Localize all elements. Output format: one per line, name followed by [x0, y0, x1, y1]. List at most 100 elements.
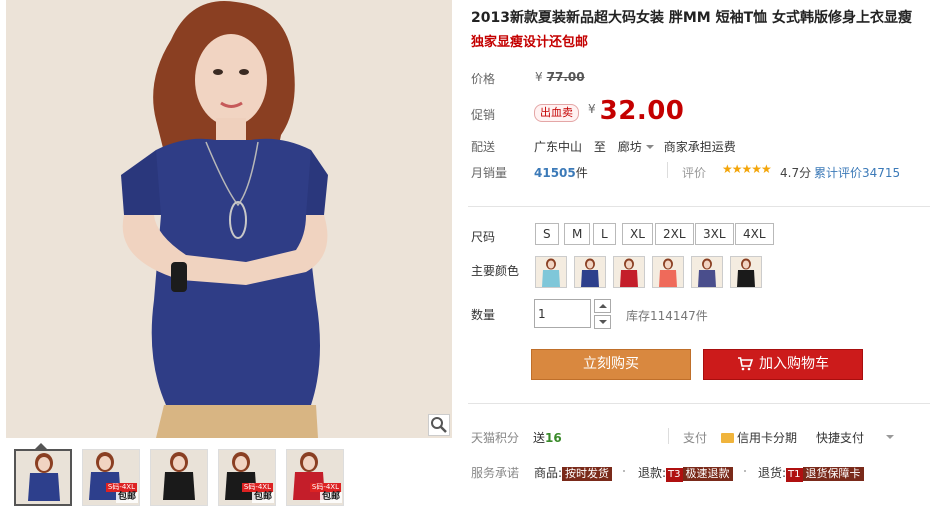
service-prefix: 商品: — [534, 466, 563, 480]
promo-price-value: 32.00 — [599, 96, 685, 126]
chevron-down-icon[interactable] — [886, 435, 894, 439]
thumbnail[interactable] — [150, 449, 208, 506]
service-label: 服务承诺 — [471, 466, 520, 480]
service-prefix: 退货: — [758, 466, 787, 480]
promo-price: ¥32.00 — [588, 96, 684, 126]
promo-tag: 出血卖 — [534, 104, 579, 122]
product-page: S码-4XL 包邮 S码-4XL 包邮 S码-4XL 包邮 2013新款夏装新品… — [0, 0, 930, 516]
original-price-value: 77.00 — [546, 70, 585, 84]
arrow-up-icon — [599, 304, 607, 308]
payment-label: 支付 — [683, 431, 708, 445]
thumbnail-badge: 包邮 — [251, 492, 274, 503]
sales-count: 41505 — [534, 166, 576, 180]
separator-dot — [744, 470, 746, 472]
swatch-image — [620, 258, 638, 287]
divider — [468, 206, 930, 207]
swatch-image — [581, 258, 599, 287]
swatch-image — [659, 258, 677, 287]
buy-now-button[interactable]: 立刻购买 — [531, 349, 691, 380]
add-to-cart-button[interactable]: 加入购物车 — [703, 349, 863, 380]
stock-count: 库存114147件 — [626, 309, 708, 323]
service-item-refund[interactable]: 退款: T3 极速退款 — [638, 464, 733, 482]
zoom-button[interactable] — [428, 414, 450, 436]
points-value: 16 — [545, 431, 562, 445]
original-price: ¥77.00 — [535, 70, 585, 84]
thumbnail-badge: 包邮 — [115, 492, 138, 503]
service-tag: 极速退款 — [682, 467, 733, 481]
shipping-to-word: 至 — [593, 140, 606, 154]
quick-pay-option[interactable]: 快捷支付 — [816, 429, 864, 446]
shipping-origin: 广东中山 — [534, 140, 583, 154]
currency-symbol: ¥ — [588, 102, 596, 116]
size-option[interactable]: XL — [622, 223, 653, 245]
thumbnail-shirt — [28, 473, 60, 501]
color-swatch[interactable] — [652, 256, 684, 288]
thumbnail-size-badge: S码-4XL — [105, 483, 137, 492]
promo-label: 促销 — [471, 108, 496, 122]
service-item-return[interactable]: 退货: T1 退货保障卡 — [758, 464, 864, 482]
sales-unit: 件 — [575, 166, 588, 180]
thumbnail-image — [163, 452, 195, 500]
quantity-input[interactable] — [534, 299, 591, 328]
quantity-increase-button[interactable] — [594, 299, 611, 313]
product-subtitle: 独家显瘦设计还包邮 — [471, 35, 589, 50]
price-label: 价格 — [471, 72, 496, 86]
divider — [667, 162, 668, 178]
magnifier-icon — [431, 417, 447, 433]
buy-now-label: 立刻购买 — [583, 356, 639, 372]
thumbnail[interactable]: S码-4XL 包邮 — [286, 449, 344, 506]
thumbnail-size-badge: S码-4XL — [309, 483, 341, 492]
service-item-shipping[interactable]: 商品: 按时发货 — [534, 464, 613, 481]
quantity-label: 数量 — [471, 308, 496, 322]
add-to-cart-label: 加入购物车 — [759, 356, 829, 372]
shipping-note: 商家承担运费 — [663, 140, 736, 154]
review-count-link[interactable]: 累计评价34715 — [814, 164, 900, 181]
size-option[interactable]: 2XL — [655, 223, 694, 245]
rating-score: 4.7分 — [780, 166, 812, 180]
currency-symbol: ¥ — [535, 70, 543, 84]
quantity-decrease-button[interactable] — [594, 315, 611, 329]
swatch-image — [698, 258, 716, 287]
service-code-badge: T1 — [786, 468, 803, 482]
points-info: 送16 — [533, 429, 562, 446]
color-swatch[interactable] — [691, 256, 723, 288]
size-option[interactable]: 4XL — [735, 223, 774, 245]
thumbnail-image — [28, 453, 60, 501]
size-option[interactable]: M — [564, 223, 591, 245]
color-swatch[interactable] — [535, 256, 567, 288]
model-photo — [6, 0, 452, 438]
monthly-sales: 41505件 — [534, 164, 588, 181]
size-label: 尺码 — [471, 230, 496, 244]
main-product-image[interactable] — [6, 0, 452, 438]
size-option[interactable]: 3XL — [695, 223, 734, 245]
thumbnail[interactable]: S码-4XL 包邮 — [82, 449, 140, 506]
color-swatch[interactable] — [574, 256, 606, 288]
cart-icon — [738, 357, 754, 371]
size-option[interactable]: L — [593, 223, 616, 245]
sales-label: 月销量 — [471, 166, 508, 180]
shipping-info: 广东中山 至 廊坊 商家承担运费 — [534, 138, 744, 155]
points-prefix: 送 — [533, 431, 546, 445]
chevron-down-icon[interactable] — [645, 145, 654, 149]
color-swatch[interactable] — [730, 256, 762, 288]
shipping-label: 配送 — [471, 140, 496, 154]
thumbnail-badge: 包邮 — [319, 492, 342, 503]
arrow-down-icon — [599, 320, 607, 324]
divider — [668, 428, 669, 444]
shipping-destination-select[interactable]: 廊坊 — [618, 140, 642, 154]
thumbnail[interactable]: S码-4XL 包邮 — [218, 449, 276, 506]
separator-dot — [623, 470, 625, 472]
service-code-badge: T3 — [666, 468, 683, 482]
service-prefix: 退款: — [638, 466, 667, 480]
size-option[interactable]: S — [535, 223, 559, 245]
credit-installment-option[interactable]: 信用卡分期 — [721, 429, 797, 446]
credit-installment-label: 信用卡分期 — [737, 431, 798, 445]
color-swatch[interactable] — [613, 256, 645, 288]
rating-stars-icon: ★★★★★ — [722, 162, 772, 176]
thumbnail-size-badge: S码-4XL — [241, 483, 273, 492]
swatch-image — [542, 258, 560, 287]
thumbnail[interactable] — [14, 449, 72, 506]
service-tag: 退货保障卡 — [802, 467, 864, 481]
swatch-image — [737, 258, 755, 287]
color-label: 主要颜色 — [471, 264, 520, 278]
